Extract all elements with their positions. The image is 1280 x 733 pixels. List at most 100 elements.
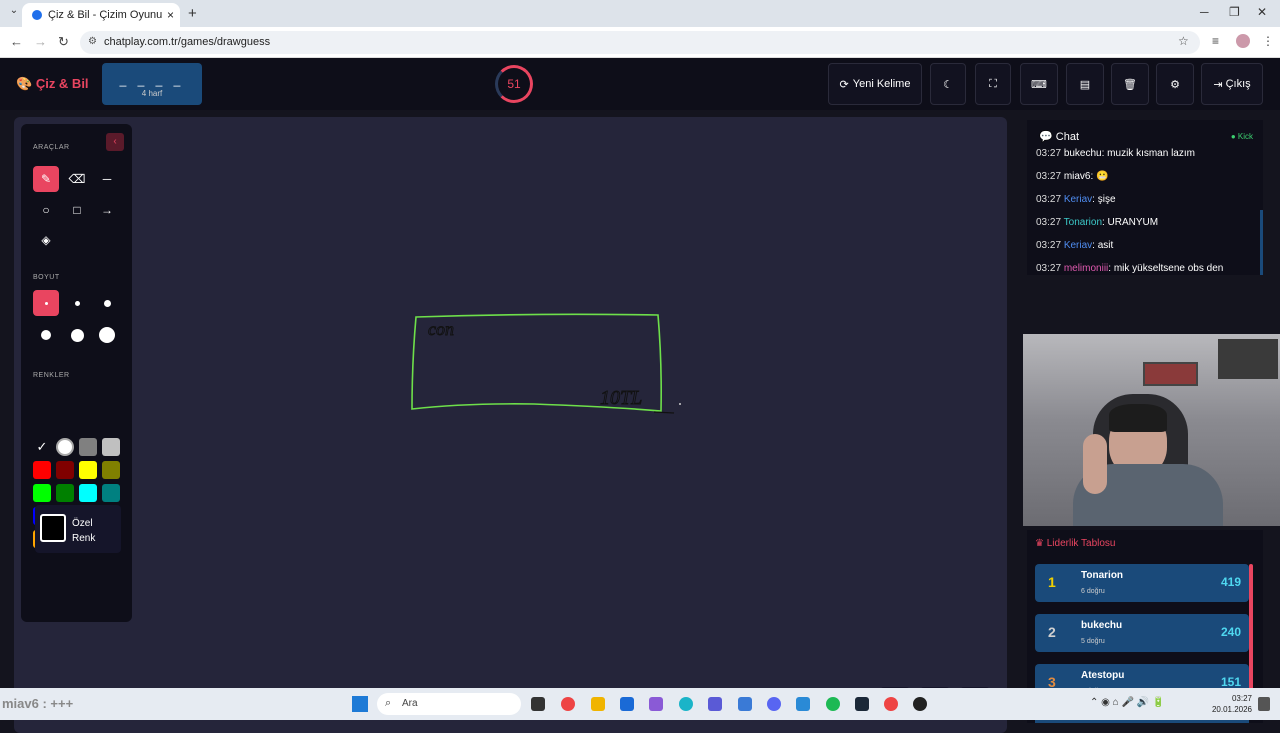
custom-color-button[interactable]: Özel Renk bbox=[35, 505, 121, 553]
eraser-tool[interactable]: ⌫ bbox=[64, 166, 90, 192]
tab-close-icon[interactable]: × bbox=[167, 8, 174, 22]
logo-text: Çiz & Bil bbox=[35, 76, 89, 91]
archive-button[interactable]: ▤ bbox=[1066, 63, 1104, 105]
edge-icon[interactable] bbox=[679, 697, 693, 711]
system-clock[interactable]: 03:27 20.01.2026 bbox=[1212, 693, 1252, 715]
browser-menu-icon[interactable]: ⋮ bbox=[1262, 34, 1274, 48]
taskbar-search[interactable]: ⌕ Ara bbox=[377, 693, 521, 715]
obs-icon[interactable] bbox=[913, 697, 927, 711]
eraser-icon: ⌫ bbox=[68, 172, 86, 186]
moon-icon: ☾ bbox=[943, 78, 953, 91]
exit-button[interactable]: ⇥ Çıkış bbox=[1201, 63, 1263, 105]
player-name: bukechu bbox=[1081, 620, 1123, 631]
dark-mode-button[interactable]: ☾ bbox=[930, 63, 966, 105]
windows-start-icon[interactable] bbox=[352, 696, 368, 712]
color-swatch[interactable] bbox=[56, 484, 74, 502]
color-swatch[interactable] bbox=[56, 438, 74, 456]
store-icon[interactable] bbox=[620, 697, 634, 711]
copilot-icon[interactable] bbox=[649, 697, 663, 711]
bookmark-star-icon[interactable]: ☆ bbox=[1178, 34, 1189, 48]
site-info-icon[interactable]: ⚙ bbox=[88, 36, 97, 47]
color-swatch[interactable] bbox=[79, 438, 97, 456]
collapse-panel-button[interactable]: ‹ bbox=[106, 133, 124, 151]
forward-icon[interactable]: → bbox=[34, 34, 47, 49]
color-swatch[interactable] bbox=[33, 461, 51, 479]
app-icon[interactable] bbox=[738, 697, 752, 711]
color-swatch[interactable] bbox=[79, 461, 97, 479]
browser-tab-strip: ⌄ Çiz & Bil - Çizim Oyunu × + ─ ❐ ✕ bbox=[0, 0, 1280, 27]
keyboard-button[interactable]: ⌨ bbox=[1020, 63, 1058, 105]
circle-tool[interactable]: ○ bbox=[33, 197, 59, 223]
rank: 1 bbox=[1048, 574, 1056, 590]
discord-icon[interactable] bbox=[767, 697, 781, 711]
colors-section-title: RENKLER bbox=[33, 372, 70, 379]
message-user[interactable]: Tonarion bbox=[1064, 217, 1102, 228]
crown-icon: ♛ bbox=[1035, 538, 1044, 549]
fill-tool[interactable]: ◈ bbox=[33, 227, 59, 253]
chat-header: 💬 Chat bbox=[1039, 130, 1079, 143]
tray-icons[interactable]: ⌃ ◉ ⌂ 🎤 🔊 🔋 bbox=[1090, 697, 1164, 708]
reading-list-icon[interactable]: ≡ bbox=[1212, 34, 1219, 48]
reload-icon[interactable]: ↻ bbox=[58, 34, 69, 50]
message-user[interactable]: bukechu bbox=[1064, 148, 1102, 159]
color-swatch[interactable] bbox=[56, 461, 74, 479]
file-explorer-icon[interactable] bbox=[591, 697, 605, 711]
chrome-icon[interactable] bbox=[561, 697, 575, 711]
teams-icon[interactable] bbox=[708, 697, 722, 711]
message-user[interactable]: miav6 bbox=[1064, 171, 1091, 182]
size-2[interactable] bbox=[64, 290, 90, 316]
expand-icon: ⛶ bbox=[989, 77, 997, 90]
chat-message: 03:27 miav6: 😬 bbox=[1036, 171, 1109, 182]
app-logo[interactable]: 🎨 Çiz & Bil bbox=[16, 76, 89, 92]
rectangle-tool[interactable]: □ bbox=[64, 197, 90, 223]
message-user[interactable]: Keriav bbox=[1064, 240, 1092, 251]
url-text: chatplay.com.tr/games/drawguess bbox=[104, 36, 271, 48]
drawing-canvas[interactable]: con 10TL ↺ ↻ 🗑 bbox=[14, 117, 1007, 733]
message-user[interactable]: melimoniii bbox=[1064, 263, 1108, 274]
close-window-icon[interactable]: ✕ bbox=[1257, 5, 1267, 19]
size-6[interactable] bbox=[94, 322, 120, 348]
delete-button[interactable]: 🗑 bbox=[1111, 63, 1149, 105]
correct-count: 5 doğru bbox=[1081, 638, 1105, 645]
new-tab-button[interactable]: + bbox=[188, 5, 197, 22]
task-view-icon[interactable] bbox=[531, 697, 545, 711]
url-field[interactable]: ⚙ chatplay.com.tr/games/drawguess bbox=[80, 31, 1200, 54]
color-swatch[interactable]: ✓ bbox=[33, 438, 51, 456]
settings-button[interactable]: ⚙ bbox=[1156, 63, 1194, 105]
line-tool[interactable]: ─ bbox=[94, 166, 120, 192]
size-4[interactable] bbox=[33, 322, 59, 348]
size-3[interactable] bbox=[94, 290, 120, 316]
gear-icon: ⚙ bbox=[1170, 78, 1180, 91]
archive-icon: ▤ bbox=[1079, 78, 1091, 91]
message-time: 03:27 bbox=[1036, 171, 1062, 182]
back-icon[interactable]: ← bbox=[10, 34, 23, 49]
size-1[interactable] bbox=[33, 290, 59, 316]
notification-icon[interactable] bbox=[1258, 697, 1270, 711]
color-swatch[interactable] bbox=[102, 438, 120, 456]
new-word-button[interactable]: ⟳ Yeni Kelime bbox=[828, 63, 922, 105]
color-swatch[interactable] bbox=[102, 461, 120, 479]
word-display: _ _ _ _ 4 harf bbox=[102, 63, 202, 105]
steam-icon[interactable] bbox=[855, 697, 869, 711]
size-5[interactable] bbox=[64, 322, 90, 348]
tab-search-icon[interactable]: ⌄ bbox=[6, 5, 22, 21]
spotify-icon[interactable] bbox=[826, 697, 840, 711]
logout-icon: ⇥ bbox=[1213, 78, 1223, 91]
minimize-icon[interactable]: ─ bbox=[1200, 5, 1209, 19]
arrow-tool[interactable]: → bbox=[94, 197, 120, 223]
browser-tab[interactable]: Çiz & Bil - Çizim Oyunu × bbox=[22, 3, 180, 27]
message-user[interactable]: Keriav bbox=[1064, 194, 1092, 205]
pen-tool[interactable]: ✎ bbox=[33, 166, 59, 192]
maximize-icon[interactable]: ❐ bbox=[1229, 5, 1240, 19]
color-swatch[interactable] bbox=[102, 484, 120, 502]
chat-message: 03:27 bukechu: muzik kısman lazım bbox=[1036, 148, 1195, 159]
fullscreen-button[interactable]: ⛶ bbox=[975, 63, 1011, 105]
tools-panel: ARAÇLAR ‹ ✎ ⌫ ─ ○ □ → ◈ BOYUT RENKLER ✓ … bbox=[21, 124, 132, 622]
color-swatch[interactable] bbox=[79, 484, 97, 502]
color-swatch[interactable] bbox=[33, 484, 51, 502]
square-icon: □ bbox=[73, 203, 81, 217]
monitor-icon[interactable] bbox=[796, 697, 810, 711]
chrome-active-icon[interactable] bbox=[884, 697, 898, 711]
chat-bubble-icon: 💬 bbox=[1039, 131, 1053, 143]
chat-scrollbar[interactable] bbox=[1260, 210, 1263, 275]
